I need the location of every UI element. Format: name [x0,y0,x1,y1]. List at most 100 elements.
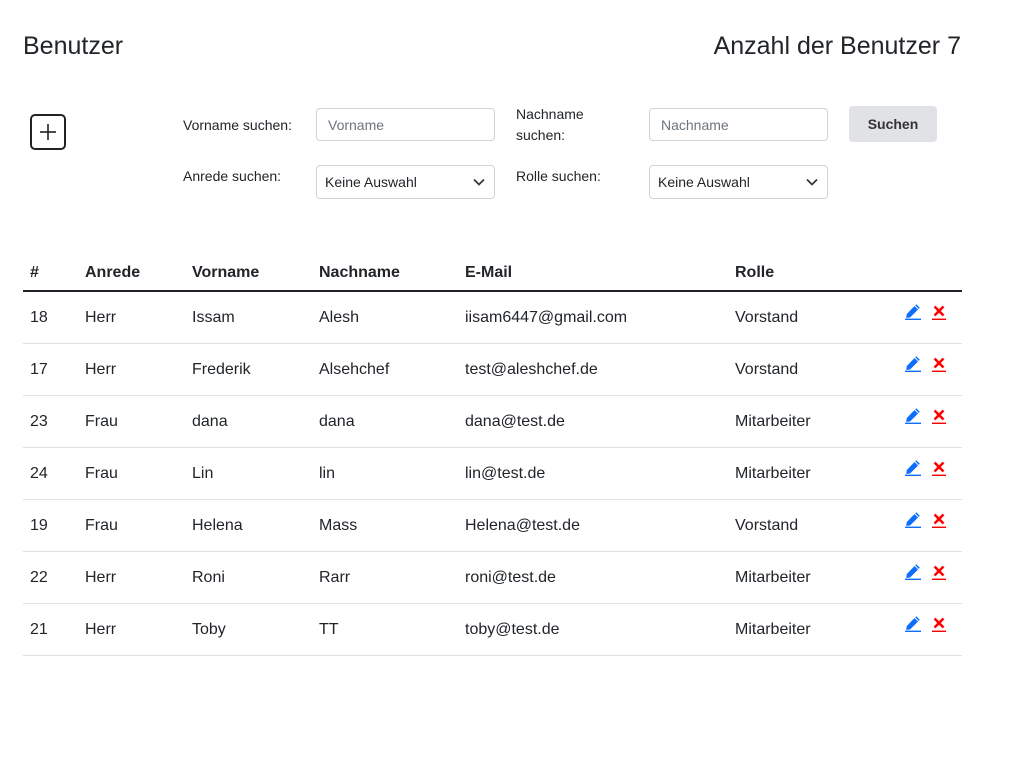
table-header-row: # Anrede Vorname Nachname E-Mail Rolle [23,255,962,292]
cell-actions [878,447,962,500]
cell-id: 19 [23,499,78,552]
cell-vorname: Helena [185,499,312,552]
column-header-id: # [23,255,78,292]
cell-email: lin@test.de [458,447,728,500]
chevron-down-icon [473,178,485,186]
cell-nachname: Alsehchef [312,343,458,396]
x-icon [932,357,946,373]
cell-rolle: Mitarbeiter [728,551,878,604]
table-row: 24 Frau Lin lin lin@test.de Mitarbeiter [23,447,962,500]
delete-button[interactable] [930,406,948,425]
cell-actions [878,291,962,344]
edit-button[interactable] [904,562,922,581]
user-count-label: Anzahl der Benutzer [713,32,941,60]
table-row: 21 Herr Toby TT toby@test.de Mitarbeiter [23,603,962,656]
edit-button[interactable] [904,302,922,321]
cell-nachname: dana [312,395,458,448]
cell-rolle: Vorstand [728,343,878,396]
rolle-select-value: Keine Auswahl [658,174,750,190]
table-row: 18 Herr Issam Alesh iisam6447@gmail.com … [23,291,962,344]
cell-id: 23 [23,395,78,448]
cell-rolle: Mitarbeiter [728,395,878,448]
delete-button[interactable] [930,562,948,581]
cell-anrede: Herr [78,291,185,344]
cell-actions [878,499,962,552]
pencil-icon [905,304,921,321]
table-row: 17 Herr Frederik Alsehchef test@aleshche… [23,343,962,396]
cell-rolle: Vorstand [728,291,878,344]
cell-nachname: Alesh [312,291,458,344]
delete-button[interactable] [930,302,948,321]
cell-vorname: Frederik [185,343,312,396]
cell-email: roni@test.de [458,551,728,604]
edit-button[interactable] [904,614,922,633]
column-header-nachname: Nachname [312,255,458,292]
add-user-button[interactable] [30,114,66,150]
pencil-icon [905,564,921,581]
cell-vorname: dana [185,395,312,448]
cell-id: 22 [23,551,78,604]
search-button[interactable]: Suchen [849,106,937,142]
cell-email: iisam6447@gmail.com [458,291,728,344]
table-row: 23 Frau dana dana dana@test.de Mitarbeit… [23,395,962,448]
cell-actions [878,551,962,604]
cell-anrede: Frau [78,447,185,500]
cell-vorname: Toby [185,603,312,656]
anrede-select-value: Keine Auswahl [325,174,417,190]
x-icon [932,617,946,633]
pencil-icon [905,616,921,633]
cell-anrede: Herr [78,343,185,396]
cell-id: 21 [23,603,78,656]
cell-rolle: Vorstand [728,499,878,552]
chevron-down-icon [806,178,818,186]
cell-email: toby@test.de [458,603,728,656]
cell-anrede: Frau [78,395,185,448]
anrede-search-label: Anrede suchen: [183,168,282,184]
users-table: # Anrede Vorname Nachname E-Mail Rolle 1… [23,255,962,656]
cell-email: Helena@test.de [458,499,728,552]
cell-nachname: Rarr [312,551,458,604]
column-header-actions [878,255,962,292]
user-count: Anzahl der Benutzer 7 [714,32,961,61]
delete-button[interactable] [930,510,948,529]
x-icon [932,461,946,477]
cell-actions [878,395,962,448]
cell-id: 17 [23,343,78,396]
page-title: Benutzer [23,32,124,60]
table-row: 19 Frau Helena Mass Helena@test.de Vorst… [23,499,962,552]
edit-button[interactable] [904,406,922,425]
cell-nachname: Mass [312,499,458,552]
cell-actions [878,603,962,656]
vorname-search-input[interactable] [316,108,495,141]
cell-anrede: Herr [78,551,185,604]
cell-id: 24 [23,447,78,500]
cell-email: dana@test.de [458,395,728,448]
cell-actions [878,343,962,396]
delete-button[interactable] [930,458,948,477]
user-count-value: 7 [947,32,961,60]
cell-nachname: TT [312,603,458,656]
edit-button[interactable] [904,510,922,529]
pencil-icon [905,356,921,373]
edit-button[interactable] [904,458,922,477]
edit-button[interactable] [904,354,922,373]
cell-anrede: Herr [78,603,185,656]
pencil-icon [905,460,921,477]
cell-email: test@aleshchef.de [458,343,728,396]
delete-button[interactable] [930,354,948,373]
rolle-select[interactable]: Keine Auswahl [649,165,828,199]
column-header-vorname: Vorname [185,255,312,292]
x-icon [932,565,946,581]
rolle-search-label: Rolle suchen: [516,168,601,184]
x-icon [932,305,946,321]
cell-rolle: Mitarbeiter [728,603,878,656]
cell-vorname: Lin [185,447,312,500]
nachname-search-label-line2: suchen: [516,127,566,143]
nachname-search-input[interactable] [649,108,828,141]
column-header-anrede: Anrede [78,255,185,292]
delete-button[interactable] [930,614,948,633]
anrede-select[interactable]: Keine Auswahl [316,165,495,199]
nachname-search-label: Nachname suchen: [516,104,584,146]
x-icon [932,513,946,529]
vorname-search-label: Vorname suchen: [183,117,292,133]
